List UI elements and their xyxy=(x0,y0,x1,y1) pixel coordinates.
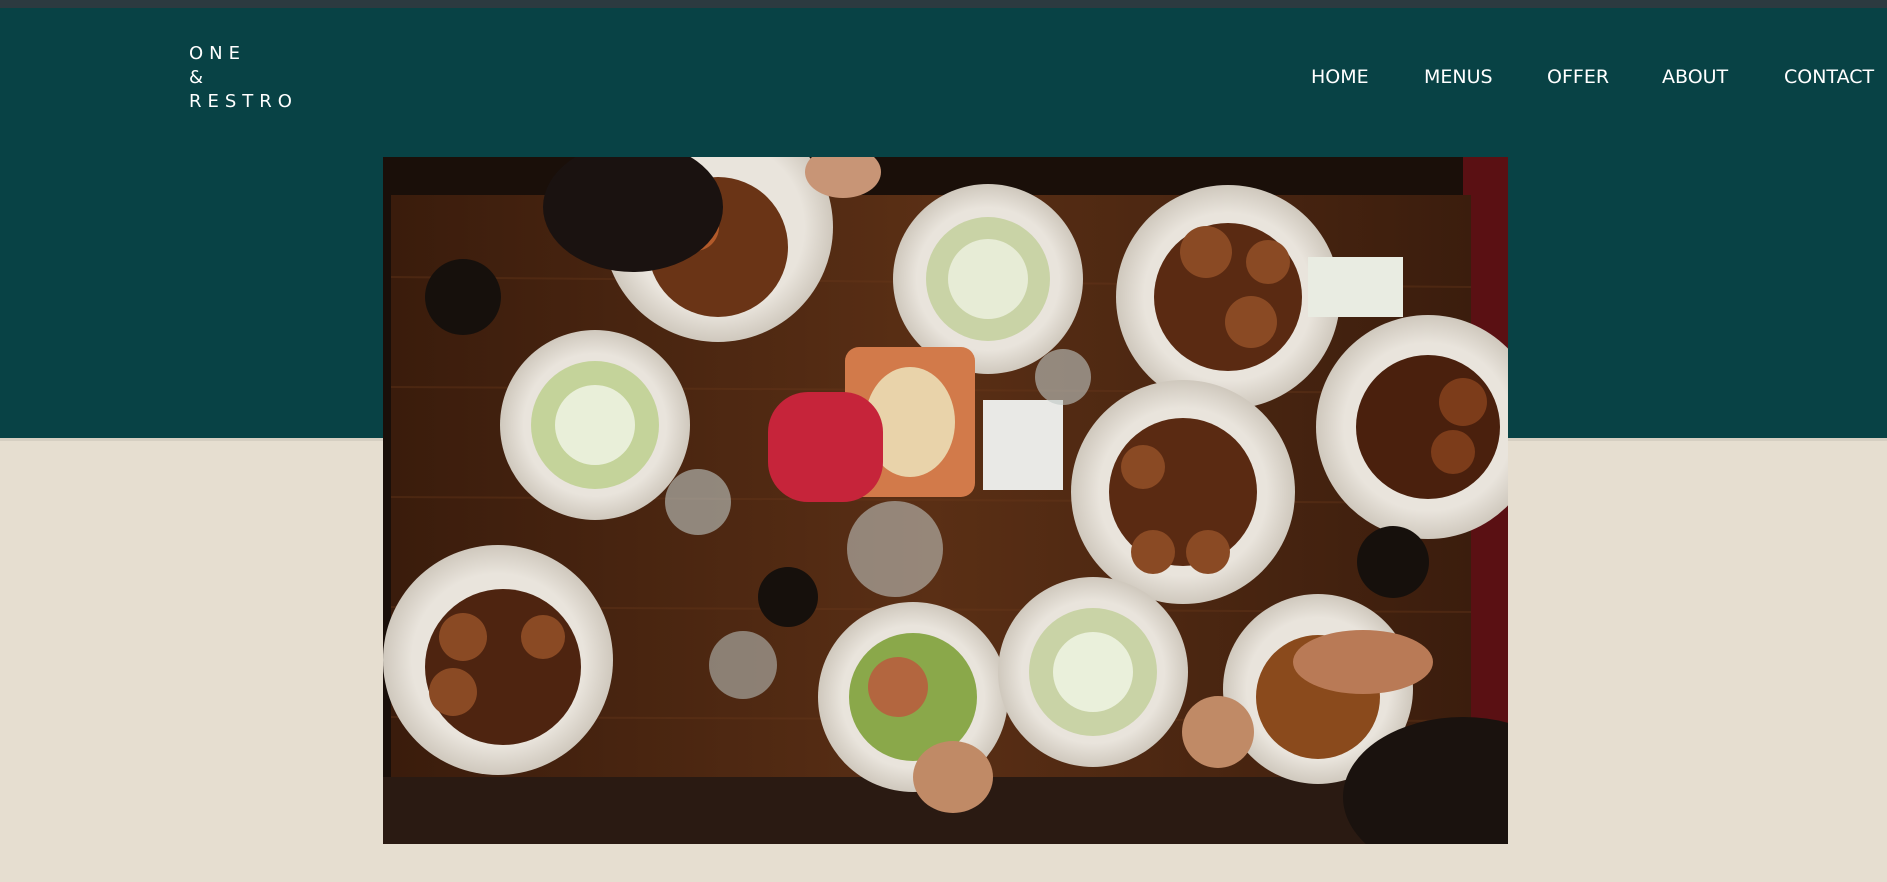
nav-about[interactable]: ABOUT xyxy=(1662,62,1728,92)
nav-home[interactable]: HOME xyxy=(1311,62,1369,92)
top-strip xyxy=(0,0,1887,8)
nav-contact[interactable]: CONTACT xyxy=(1784,62,1874,92)
hero-image xyxy=(383,157,1508,844)
main-nav: HOME MENUS OFFER ABOUT CONTACT xyxy=(0,62,1887,92)
food-table-illustration xyxy=(383,157,1508,844)
nav-menus[interactable]: MENUS xyxy=(1424,62,1493,92)
logo-line-restro: RESTRO xyxy=(189,91,298,112)
nav-offer[interactable]: OFFER xyxy=(1547,62,1609,92)
